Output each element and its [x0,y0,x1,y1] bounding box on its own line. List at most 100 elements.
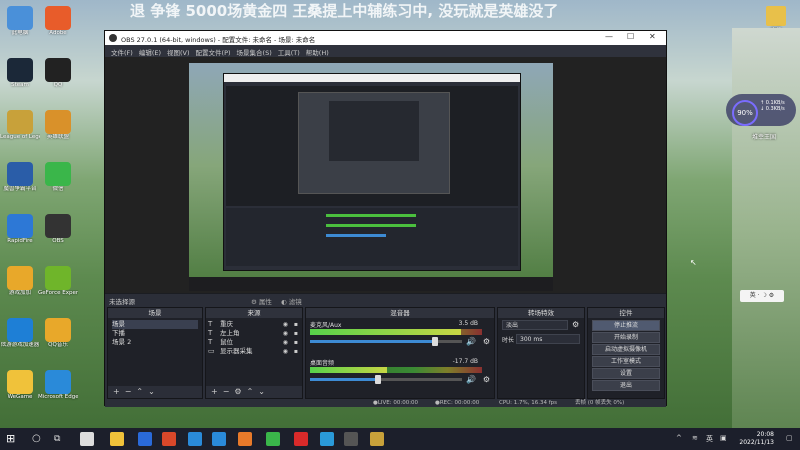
menu-item[interactable]: 配置文件(P) [196,47,231,57]
ime-indicator[interactable]: 英 [706,434,713,444]
wifi-icon[interactable]: ≋ [692,434,698,442]
network-widget[interactable]: 90% ↑ 0.1KB/s ↓ 0.3KB/s [726,94,796,126]
source-item[interactable]: T 鼠位 ◉ ▪ [206,338,302,347]
properties-button[interactable]: ⚙ 属性 [251,296,272,306]
transition-select[interactable]: 淡出 [502,320,568,330]
move-up-icon[interactable]: ⌃ [136,386,143,398]
fader-knob[interactable] [431,337,438,346]
control-button[interactable]: 设置 [592,368,660,379]
scene-item[interactable]: 场景 2 [112,338,198,347]
desktop-icon-label: RapidFire [7,238,33,244]
filters-button[interactable]: ◐ 滤镜 [281,296,302,306]
edge2-icon[interactable] [320,432,334,446]
game-icon[interactable] [238,432,252,446]
menu-item[interactable]: 文件(F) [111,47,133,57]
gear-icon[interactable]: ⚙ [483,375,490,384]
steam-icon[interactable] [188,432,202,446]
desktop-icon[interactable]: QQ音乐 [38,318,78,349]
maximize-icon[interactable]: ☐ [627,32,634,41]
control-button[interactable]: 启动虚拟摄像机 [592,344,660,355]
start-icon[interactable]: ⊞ [6,432,20,446]
menu-item[interactable]: 编辑(E) [139,47,161,57]
desktop-icon[interactable]: Steam [0,58,40,89]
desktop-icon[interactable]: 英雄联盟 [38,110,78,141]
control-button[interactable]: 工作室模式 [592,356,660,367]
desktop-icon[interactable]: WeGame [0,370,40,401]
close-icon[interactable]: ✕ [649,32,656,41]
desktop-icon[interactable]: OBS [38,214,78,245]
remove-icon[interactable]: − [125,386,132,398]
control-button[interactable]: 开始录制 [592,332,660,343]
lol-icon[interactable] [370,432,384,446]
desktop-icon[interactable]: 游戏加加 [0,266,40,297]
desktop-icon[interactable]: League of Legends [0,110,40,141]
speaker-icon[interactable]: 🔊 [466,337,476,346]
menu-item[interactable]: 工具(T) [278,47,300,57]
action-center-icon[interactable]: ▢ [786,434,793,442]
clock[interactable]: 20:08 2022/11/13 [739,431,774,447]
chrome-icon[interactable] [266,432,280,446]
app-icon [45,162,71,186]
remove-icon[interactable]: − [223,386,230,398]
volume-fader[interactable] [310,340,462,343]
move-down-icon[interactable]: ⌄ [258,386,265,398]
edge-icon[interactable] [212,432,226,446]
visibility-eye-icon[interactable]: ◉ [283,329,288,338]
notification-icon[interactable]: ▣ [720,434,727,442]
menu-item[interactable]: 帮助(H) [306,47,329,57]
volume-fader[interactable] [310,378,462,381]
ime-float-bar[interactable]: 英 · ☽ ⚙ [740,290,784,302]
add-icon[interactable]: + [211,386,218,398]
lock-icon[interactable]: ▪ [294,347,298,356]
netease-icon[interactable] [294,432,308,446]
preview-canvas[interactable] [105,57,666,293]
search-icon[interactable]: ○ [32,432,46,446]
transition-settings-icon[interactable]: ⚙ [572,320,579,329]
explorer-icon[interactable] [110,432,124,446]
control-button[interactable]: 停止推流 [592,320,660,331]
menu-item[interactable]: 场景集合(S) [237,47,272,57]
control-button[interactable]: 退出 [592,380,660,391]
lock-icon[interactable]: ▪ [294,338,298,347]
menu-item[interactable]: 视图(V) [167,47,190,57]
minimize-icon[interactable]: — [605,32,613,41]
scene-item[interactable]: 场景 [112,320,198,329]
desktop-icon[interactable]: QQ [38,58,78,89]
task-view-icon[interactable]: ⧉ [54,432,68,446]
tray-chevron-icon[interactable]: ^ [676,434,682,442]
desktop-icon[interactable]: 微信 [38,162,78,193]
gear-icon[interactable]: ⚙ [483,337,490,346]
app-1-icon[interactable] [80,432,94,446]
visibility-eye-icon[interactable]: ◉ [283,338,288,347]
lock-icon[interactable]: ▪ [294,320,298,329]
source-item[interactable]: T 重庆 ◉ ▪ [206,320,302,329]
desktop-icon[interactable]: 炫游游戏加速器 [0,318,40,349]
menu-bar: 文件(F) 编辑(E) 视图(V) 配置文件(P) 场景集合(S) 工具(T) 帮助(H) [105,45,666,57]
fader-knob[interactable] [375,375,382,384]
desktop-icon[interactable]: 魔兽争霸平台 [0,162,40,193]
desktop-icon[interactable]: 此电脑 [0,6,40,37]
office-icon[interactable] [162,432,176,446]
volume-meter [310,367,482,373]
visibility-eye-icon[interactable]: ◉ [283,320,288,329]
scene-item[interactable]: 下播 [112,329,198,338]
source-item[interactable]: ▭ 显示器采集 ◉ ▪ [206,347,302,356]
speaker-icon[interactable]: 🔊 [466,375,476,384]
volume-level [310,329,462,335]
lock-icon[interactable]: ▪ [294,329,298,338]
store-icon[interactable] [138,432,152,446]
move-down-icon[interactable]: ⌄ [148,386,155,398]
folder-icon [766,6,786,26]
move-up-icon[interactable]: ⌃ [247,386,254,398]
desktop-icon[interactable]: Microsoft Edge [38,370,78,401]
desktop-icon[interactable]: Adobe [38,6,78,37]
desktop-icon[interactable]: RapidFire [0,214,40,245]
source-item[interactable]: T 左上角 ◉ ▪ [206,329,302,338]
duration-input[interactable]: 300 ms [516,334,580,344]
settings-icon[interactable]: ⚙ [234,386,241,398]
visibility-eye-icon[interactable]: ◉ [283,347,288,356]
obs-icon[interactable] [344,432,358,446]
add-icon[interactable]: + [113,386,120,398]
desktop-icon[interactable]: GeForce Experience [38,266,78,297]
audio-mixer-dock: 混音器 麦克风/Aux 3.5 dB 🔊 ⚙ 桌面音频 -17.7 dB 🔊 ⚙ [305,307,495,399]
